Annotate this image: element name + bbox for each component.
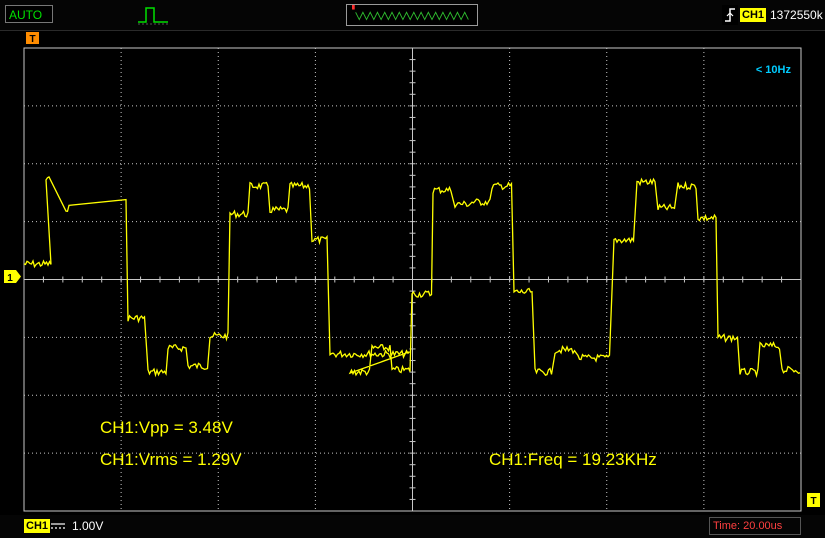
trigger-position-marker[interactable]: T — [26, 32, 39, 45]
channel-volts-per-div: 1.00V — [72, 519, 104, 533]
status-bar: CH1 1.00V Time: 20.00us — [0, 515, 825, 538]
trigger-position-label: T — [29, 34, 35, 45]
measurement-vrms: CH1:Vrms = 1.29V — [100, 450, 242, 469]
top-toolbar: AUTO CH1 1372550k — [0, 0, 825, 31]
channel-badge[interactable]: CH1 — [24, 519, 51, 533]
rising-edge-icon — [722, 5, 738, 25]
trigger-status[interactable]: CH1 1372550k — [722, 5, 825, 25]
oscilloscope-screen[interactable]: T 1 T < 10Hz — [0, 30, 825, 515]
ch1-ground-marker[interactable]: 1 — [4, 270, 21, 284]
trigger-level-value: 1372550k — [770, 8, 823, 22]
trigger-channel-badge: CH1 — [740, 8, 767, 22]
trigger-mode-button[interactable]: AUTO — [5, 5, 53, 23]
timebase-readout: Time: 20.00us — [709, 517, 801, 535]
waveform-overview[interactable] — [346, 4, 478, 26]
ch1-ground-label: 1 — [7, 273, 13, 284]
single-pulse-icon[interactable] — [138, 5, 168, 25]
dc-coupling-icon — [51, 523, 65, 529]
measurement-vpp: CH1:Vpp = 3.48V — [100, 418, 233, 437]
measurement-freq: CH1:Freq = 19.23KHz — [489, 450, 657, 469]
frequency-hint: < 10Hz — [756, 64, 792, 76]
trigger-level-label: T — [810, 496, 816, 507]
overview-window-marker — [352, 5, 355, 10]
trigger-level-marker[interactable]: T — [807, 493, 820, 507]
